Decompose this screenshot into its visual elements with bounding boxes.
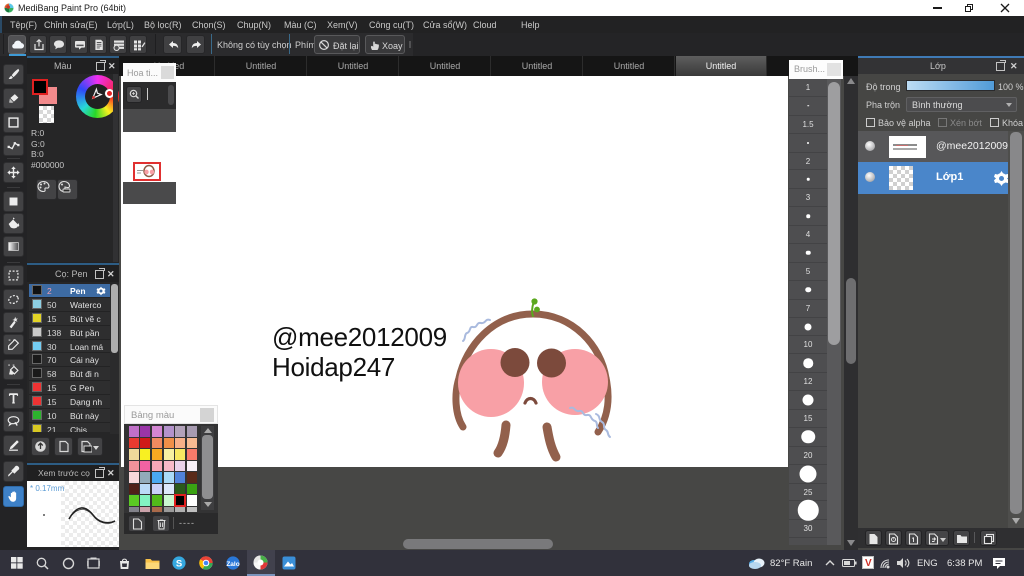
svg-text:S: S (176, 558, 182, 569)
svg-text:Zalo: Zalo (226, 561, 239, 568)
